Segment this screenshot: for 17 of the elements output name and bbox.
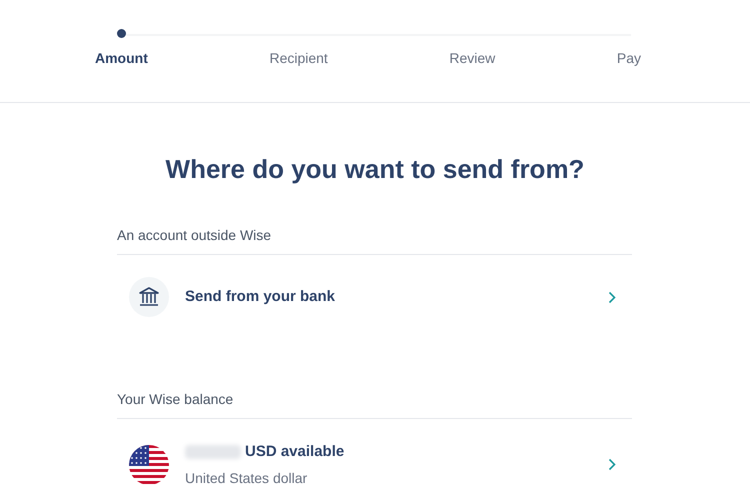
redacted-amount — [185, 445, 241, 460]
step-label: Recipient — [269, 49, 328, 68]
chevron-right-icon — [608, 290, 616, 304]
source-option[interactable]: Send from your bank — [117, 255, 632, 339]
bank-icon — [129, 277, 169, 317]
section-heading: An account outside Wise — [117, 225, 632, 255]
source-option[interactable]: USD available United States dollar — [117, 419, 632, 500]
option-title: USD available — [245, 442, 344, 462]
option-title: Send from your bank — [185, 286, 336, 307]
flag-icon — [129, 444, 169, 485]
step-label: Review — [449, 49, 496, 68]
chevron-right-icon — [608, 458, 616, 472]
page-title: Where do you want to send from? — [164, 153, 586, 186]
option-subtitle: United States dollar — [185, 468, 308, 488]
step-label: Amount — [95, 49, 148, 68]
step-label: Pay — [616, 49, 641, 68]
section-heading: Your Wise balance — [117, 389, 632, 419]
